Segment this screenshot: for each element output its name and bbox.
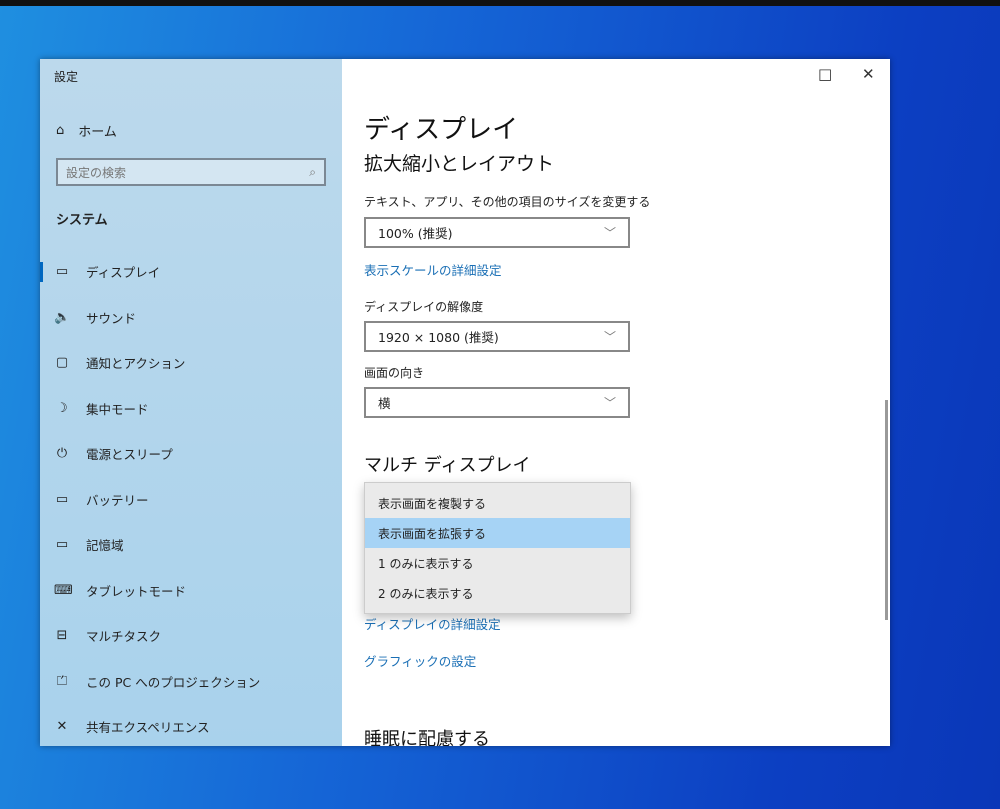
- projection-icon: ⏍: [57, 673, 67, 689]
- close-button[interactable]: ✕: [862, 65, 875, 83]
- battery-icon: ▭: [55, 491, 69, 507]
- multi-display-menu: 表示画面を複製する 表示画面を拡張する 1 のみに表示する 2 のみに表示する: [364, 482, 631, 614]
- chevron-down-icon: ﹀: [603, 226, 616, 240]
- sidebar-item-display[interactable]: ▭ ディスプレイ: [40, 249, 342, 295]
- storage-icon: ▭: [55, 537, 69, 553]
- scale-advanced-link[interactable]: 表示スケールの詳細設定: [364, 260, 502, 279]
- home-icon: ⌂: [56, 123, 65, 138]
- main-content: □ ✕ ディスプレイ 拡大縮小とレイアウト テキスト、アプリ、その他の項目のサイ…: [342, 59, 890, 746]
- sidebar-item-label: 電源とスリープ: [86, 447, 173, 463]
- sleep-heading: 睡眠に配慮する: [364, 729, 490, 746]
- chevron-down-icon: ﹀: [603, 330, 616, 344]
- menu-item-extend[interactable]: 表示画面を拡張する: [365, 518, 630, 548]
- sidebar-nav: ▭ ディスプレイ 🔈 サウンド ▢ 通知とアクション ☽ 集中モード ⏻ 電源とスリープ …: [40, 249, 342, 746]
- settings-window: 設定 ⌂ ホーム 設定の検索 ⌕ システム ▭ ディスプレイ 🔈 サウンド ▢ 通知とアク…: [40, 59, 890, 746]
- sidebar-item-shared[interactable]: ✕ 共有エクスペリエンス: [40, 704, 342, 746]
- sidebar-item-battery[interactable]: ▭ バッテリー: [40, 477, 342, 523]
- search-placeholder: 設定の検索: [66, 165, 127, 180]
- sidebar-item-storage[interactable]: ▭ 記憶域: [40, 522, 342, 568]
- search-icon: ⌕: [309, 164, 316, 179]
- scale-heading: 拡大縮小とレイアウト: [364, 153, 555, 175]
- sidebar-item-label: バッテリー: [86, 492, 149, 508]
- sidebar-item-label: タブレットモード: [86, 583, 187, 599]
- monitor-icon: ▭: [55, 264, 69, 280]
- orientation-value: 横: [378, 396, 391, 411]
- sidebar-item-focus[interactable]: ☽ 集中モード: [40, 386, 342, 432]
- size-dropdown[interactable]: 100% (推奨) ﹀: [364, 217, 630, 248]
- moon-icon: ☽: [56, 400, 68, 416]
- multi-display-heading: マルチ ディスプレイ: [364, 455, 531, 476]
- sidebar: 設定 ⌂ ホーム 設定の検索 ⌕ システム ▭ ディスプレイ 🔈 サウンド ▢ 通知とアク…: [40, 59, 342, 746]
- sidebar-item-label: マルチタスク: [86, 629, 162, 645]
- sidebar-item-multitask[interactable]: ⊟ マルチタスク: [40, 613, 342, 659]
- screen-top-bar: [0, 0, 1000, 6]
- menu-item-only-1[interactable]: 1 のみに表示する: [365, 548, 630, 578]
- window-title: 設定: [54, 70, 79, 84]
- sidebar-item-label: 記憶域: [86, 538, 124, 554]
- sidebar-item-label: 共有エクスペリエンス: [86, 720, 210, 736]
- sidebar-item-label: 集中モード: [86, 401, 149, 417]
- resolution-dropdown[interactable]: 1920 × 1080 (推奨) ﹀: [364, 321, 630, 352]
- menu-item-duplicate[interactable]: 表示画面を複製する: [365, 488, 630, 518]
- sidebar-item-tablet[interactable]: ⌨ タブレットモード: [40, 568, 342, 614]
- section-title: システム: [56, 213, 108, 228]
- size-label: テキスト、アプリ、その他の項目のサイズを変更する: [364, 195, 651, 209]
- message-icon: ▢: [55, 355, 69, 371]
- orientation-dropdown[interactable]: 横 ﹀: [364, 387, 630, 418]
- orientation-label: 画面の向き: [364, 366, 425, 380]
- speaker-icon: 🔈: [54, 309, 71, 325]
- menu-item-only-2[interactable]: 2 のみに表示する: [365, 578, 630, 608]
- sidebar-item-label: サウンド: [86, 310, 137, 326]
- resolution-value: 1920 × 1080 (推奨): [378, 330, 499, 345]
- sidebar-item-label: 通知とアクション: [86, 356, 186, 372]
- home-label: ホーム: [78, 125, 117, 140]
- power-icon: ⏻: [56, 446, 68, 462]
- home-button[interactable]: ⌂ ホーム: [56, 121, 117, 140]
- scrollbar[interactable]: [885, 400, 888, 620]
- sidebar-item-label: ディスプレイ: [86, 265, 161, 281]
- shared-icon: ✕: [56, 719, 68, 735]
- maximize-button[interactable]: □: [818, 65, 832, 83]
- graphics-settings-link[interactable]: グラフィックの設定: [364, 651, 476, 670]
- page-title: ディスプレイ: [364, 115, 519, 145]
- sidebar-item-power[interactable]: ⏻ 電源とスリープ: [40, 431, 342, 477]
- advanced-display-link[interactable]: ディスプレイの詳細設定: [364, 614, 501, 633]
- tablet-icon: ⌨: [54, 582, 73, 598]
- search-input[interactable]: 設定の検索 ⌕: [56, 158, 326, 186]
- chevron-down-icon: ﹀: [603, 396, 616, 410]
- multitask-icon: ⊟: [56, 628, 68, 644]
- resolution-label: ディスプレイの解像度: [364, 300, 484, 314]
- sidebar-item-notifications[interactable]: ▢ 通知とアクション: [40, 340, 342, 386]
- sidebar-item-label: この PC へのプロジェクション: [86, 674, 261, 690]
- sidebar-item-sound[interactable]: 🔈 サウンド: [40, 295, 342, 341]
- sidebar-item-projection[interactable]: ⏍ この PC へのプロジェクション: [40, 659, 342, 705]
- size-value: 100% (推奨): [378, 226, 453, 241]
